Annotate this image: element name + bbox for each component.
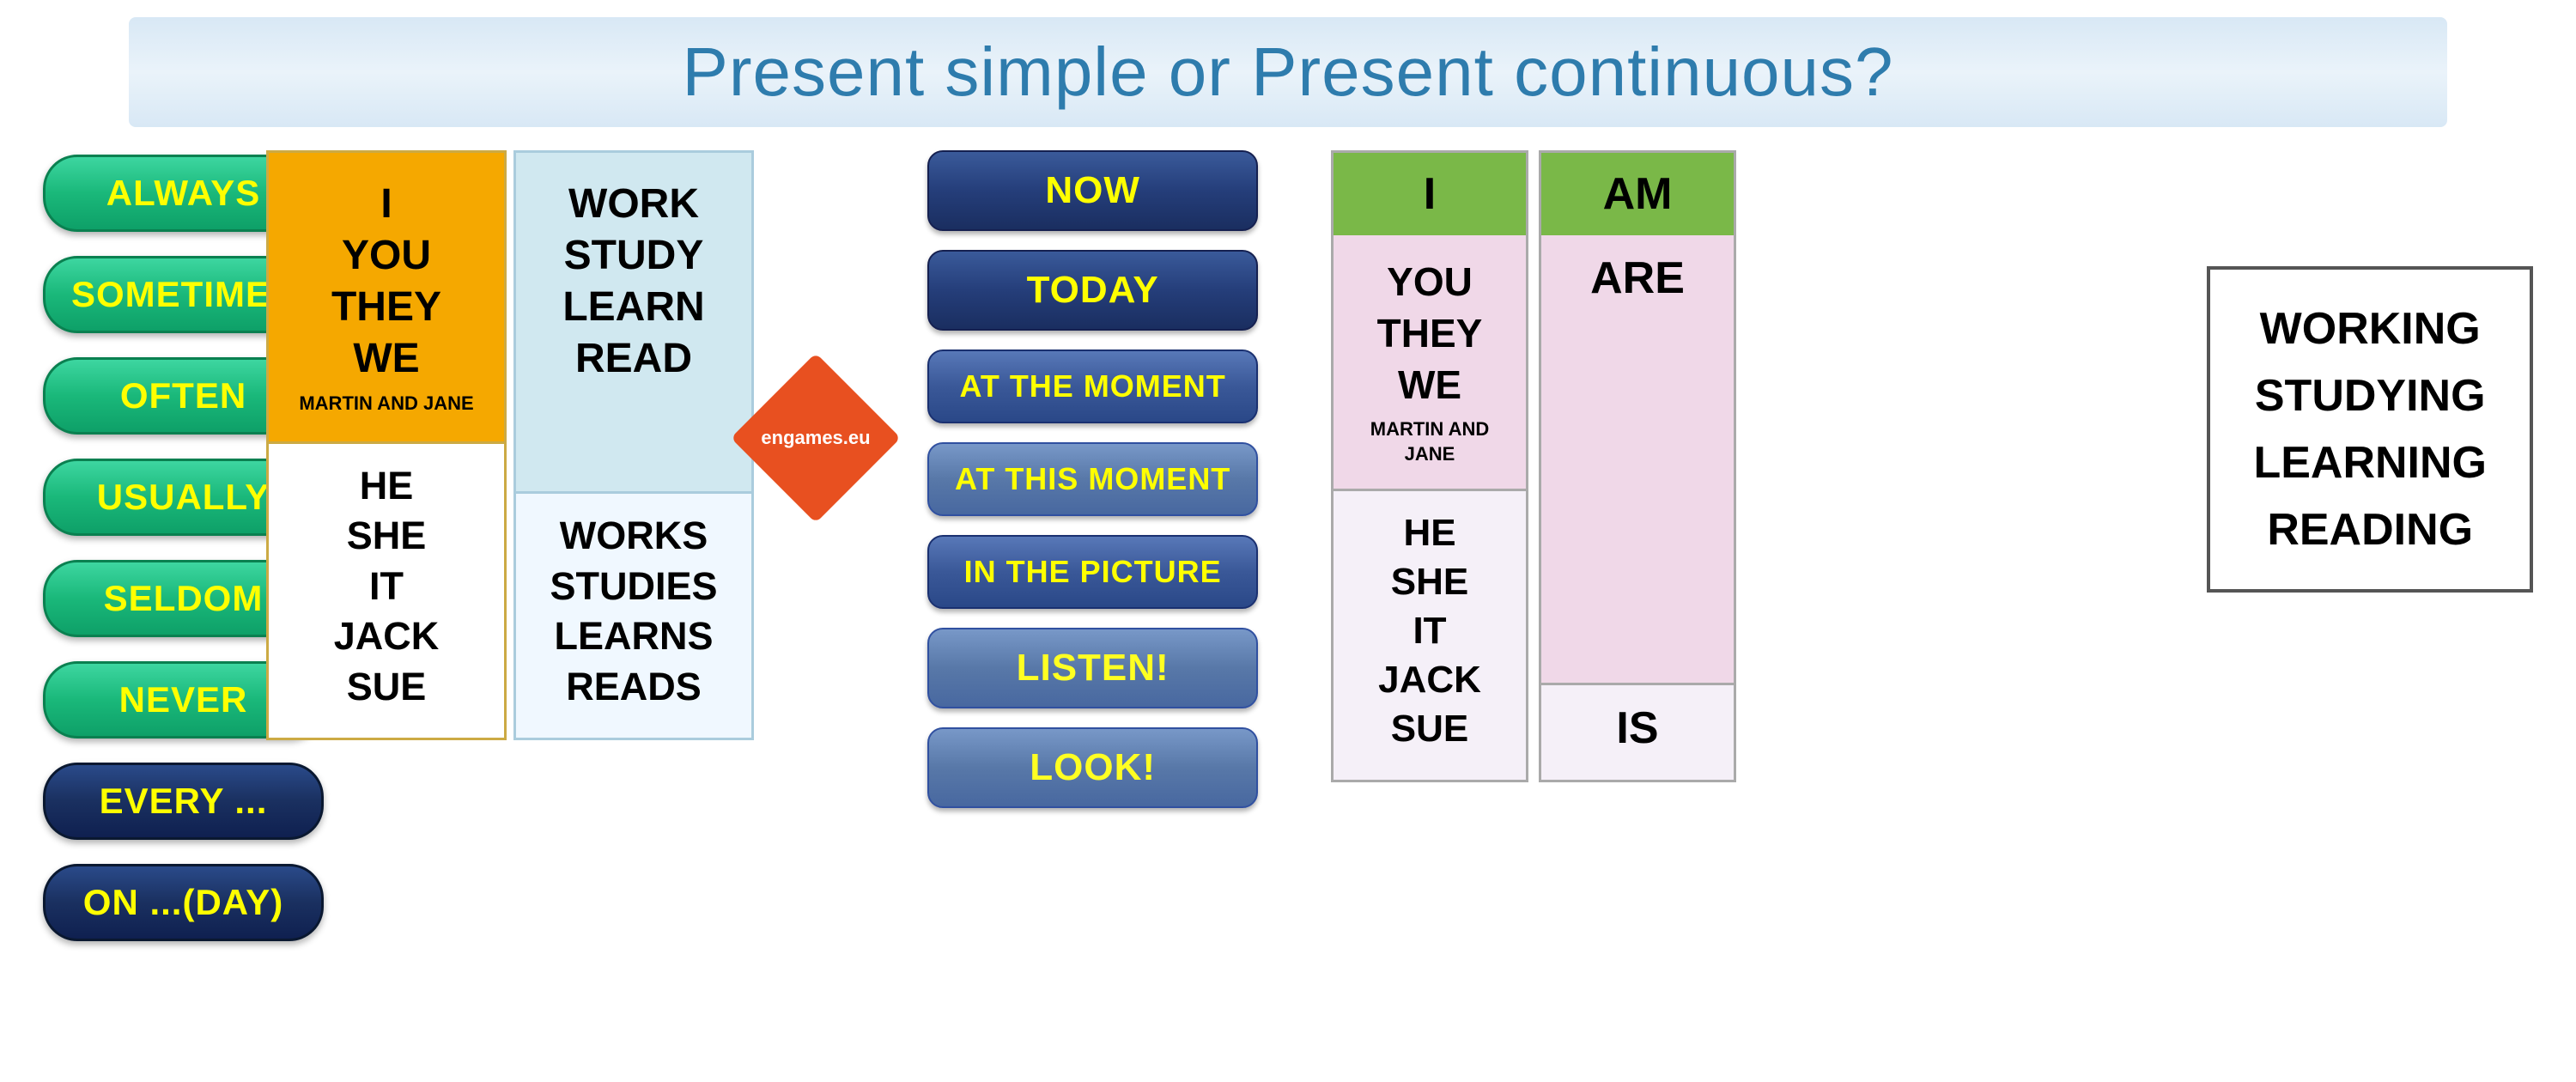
verb-box-top: WORKSTUDYLEARNREAD	[516, 153, 751, 491]
working-text: WORKINGSTUDYINGLEARNINGREADING	[2253, 295, 2487, 563]
adverb-on-day[interactable]: ON ...(DAY)	[43, 864, 324, 941]
working-box: WORKINGSTUDYINGLEARNINGREADING	[2207, 266, 2533, 593]
conj-verb-top: ARE	[1541, 235, 1734, 683]
title-bar: Present simple or Present continuous?	[129, 17, 2447, 127]
conjugation-verb-col: AM ARE IS	[1539, 150, 1736, 782]
conj-verb-header: AM	[1541, 153, 1734, 235]
martin-jane-label: MARTIN AND JANE	[286, 392, 487, 416]
pronoun-box-bottom: HESHEITJACKSUE	[269, 441, 504, 739]
time-look[interactable]: LOOK!	[927, 727, 1258, 808]
adverb-every[interactable]: EVERY ...	[43, 763, 324, 840]
verb-box-bottom: WORKSSTUDIESLEARNSREADS	[516, 491, 751, 738]
time-expressions-column: NOW TODAY AT THE MOMENT AT THIS MOMENT I…	[927, 150, 1258, 808]
time-listen[interactable]: LISTEN!	[927, 628, 1258, 708]
time-now[interactable]: NOW	[927, 150, 1258, 231]
time-in-the-picture[interactable]: IN THE PICTURE	[927, 535, 1258, 609]
diamond-label: engames.eu	[761, 427, 870, 449]
conj-pronoun-top: YOUTHEYWE MARTIN AND JANE	[1334, 235, 1526, 489]
conjugation-table: I YOUTHEYWE MARTIN AND JANE HESHEITJACKS…	[1331, 150, 1736, 782]
time-at-this-moment[interactable]: AT THIS MOMENT	[927, 442, 1258, 516]
time-at-the-moment[interactable]: AT THE MOMENT	[927, 350, 1258, 423]
verb-box: WORKSTUDYLEARNREAD WORKSSTUDIESLEARNSREA…	[513, 150, 754, 740]
conj-verb-bottom: IS	[1541, 683, 1734, 780]
conj-pronoun-bottom: HESHEITJACKSUE	[1334, 489, 1526, 780]
pronoun-verb-section: IYOUTHEYWE MARTIN AND JANE HESHEITJACKSU…	[266, 150, 754, 740]
pronoun-box: IYOUTHEYWE MARTIN AND JANE HESHEITJACKSU…	[266, 150, 507, 740]
pronoun-box-top: IYOUTHEYWE MARTIN AND JANE	[269, 153, 504, 441]
time-today[interactable]: TODAY	[927, 250, 1258, 331]
conj-martin-jane: MARTIN AND JANE	[1346, 417, 1513, 466]
page-title: Present simple or Present continuous?	[163, 33, 2413, 112]
top-pronouns: IYOUTHEYWE	[286, 179, 487, 385]
diamond-container: engames.eu	[747, 369, 884, 507]
conj-pronoun-header: I	[1334, 153, 1526, 235]
conjugation-pronoun-col: I YOUTHEYWE MARTIN AND JANE HESHEITJACKS…	[1331, 150, 1528, 782]
